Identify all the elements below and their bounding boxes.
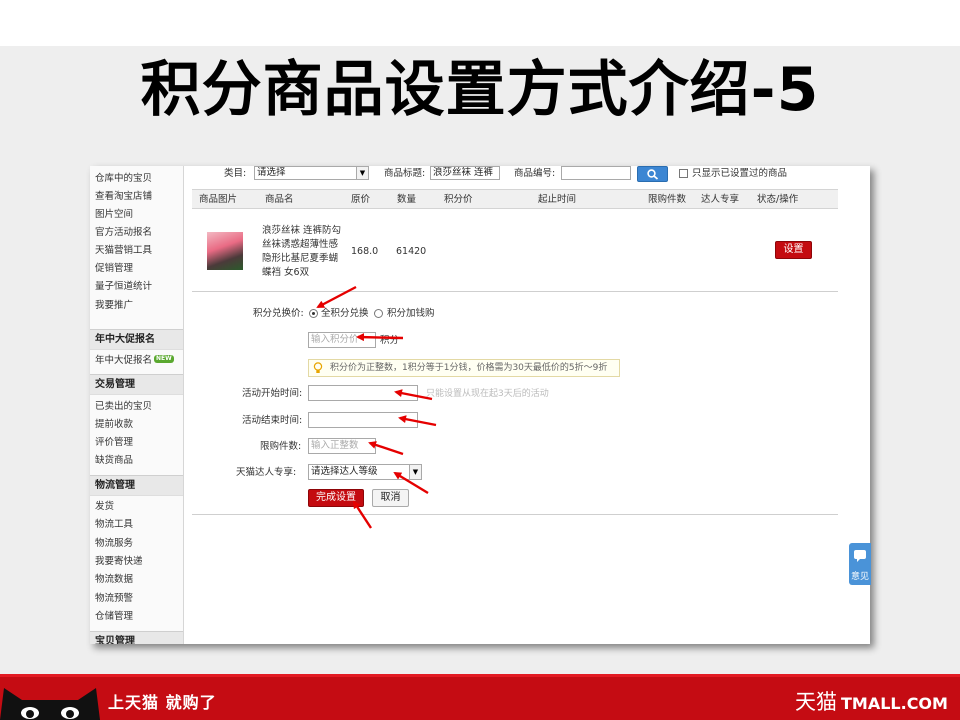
arrow-icon — [356, 333, 404, 342]
tmall-cat-icon — [0, 688, 100, 720]
feedback-label: 意见 — [851, 572, 870, 582]
feedback-tab[interactable]: 意见 — [849, 543, 871, 585]
slide-title: 积分商品设置方式介绍-5 — [140, 55, 820, 125]
arrow-icon — [398, 415, 437, 427]
arrow-icon — [368, 441, 404, 456]
arrow-icon — [352, 500, 373, 529]
brand-cn: 天猫 — [795, 690, 837, 714]
tmall-logo: 天猫 TMALL.COM — [795, 686, 948, 716]
arrow-icon — [394, 389, 433, 401]
arrow-icon — [316, 285, 357, 309]
arrow-icon — [393, 471, 429, 495]
admin-screenshot: 仓库中的宝贝 查看淘宝店铺 图片空间 官方活动报名 天猫营销工具 促销管理 量子… — [90, 166, 870, 644]
annotation-arrows — [316, 285, 437, 529]
brand-en: TMALL.COM — [841, 694, 948, 713]
speech-bubble-icon — [854, 550, 866, 562]
footer-slogan: 上天猫 就购了 — [108, 693, 217, 712]
slide-top-strip — [0, 0, 960, 46]
